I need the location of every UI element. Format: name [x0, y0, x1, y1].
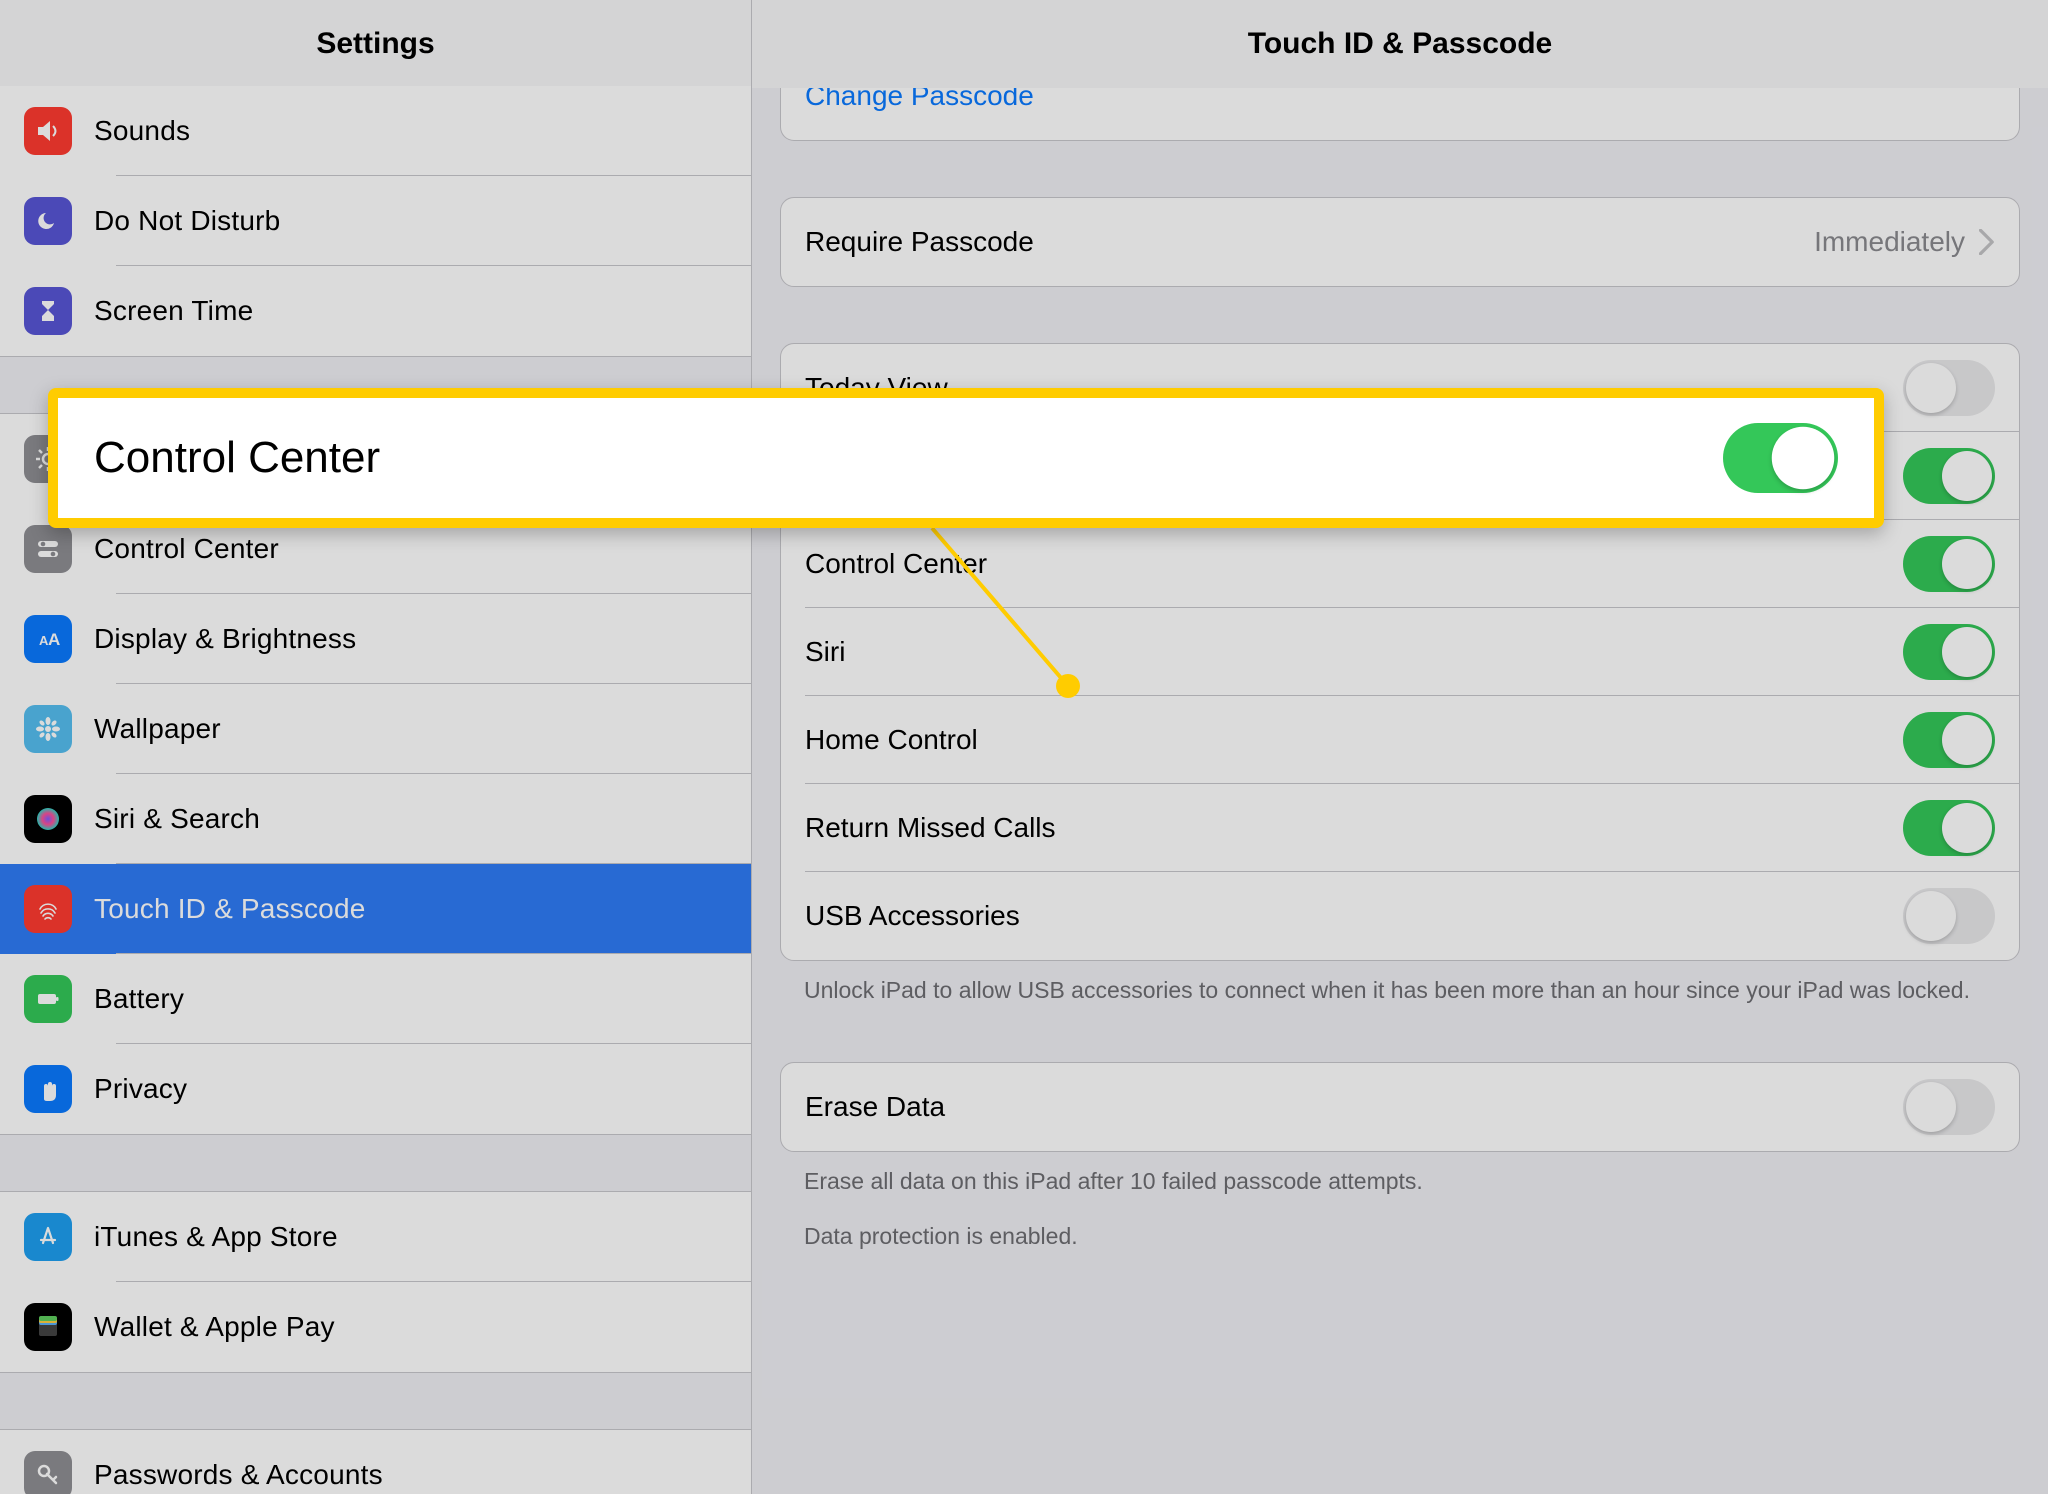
sidebar-item-do-not-disturb[interactable]: Do Not Disturb [0, 176, 751, 266]
home-control-row[interactable]: Home Control [781, 696, 2019, 784]
sidebar-item-siri-search[interactable]: Siri & Search [0, 774, 751, 864]
sidebar-item-sounds[interactable]: Sounds [0, 86, 751, 176]
control-center-row[interactable]: Control Center [781, 520, 2019, 608]
sidebar-item-battery[interactable]: Battery [0, 954, 751, 1044]
change-passcode-link[interactable]: Change Passcode [805, 88, 1034, 112]
chevron-right-icon [1979, 229, 1995, 255]
header-right: Touch ID & Passcode [752, 0, 2048, 88]
siri-toggle[interactable] [1903, 624, 1995, 680]
sidebar-item-label: Touch ID & Passcode [94, 893, 366, 925]
callout-toggle[interactable] [1723, 423, 1838, 493]
speaker-icon [24, 107, 72, 155]
battery-icon [24, 975, 72, 1023]
sidebar-title: Settings [316, 27, 434, 61]
home-control-label: Home Control [805, 724, 1903, 756]
require-passcode-group: Require Passcode Immediately [780, 197, 2020, 287]
passcode-group: Change Passcode [780, 88, 2020, 141]
sidebar-item-privacy[interactable]: Privacy [0, 1044, 751, 1134]
return-missed-calls-label: Return Missed Calls [805, 812, 1903, 844]
erase-data-note-1: Erase all data on this iPad after 10 fai… [780, 1152, 2020, 1197]
hand-icon [24, 1065, 72, 1113]
return-missed-calls-row[interactable]: Return Missed Calls [781, 784, 2019, 872]
usb-accessories-note: Unlock iPad to allow USB accessories to … [780, 961, 2020, 1006]
detail-pane[interactable]: Change Passcode Require Passcode Immedia… [752, 88, 2048, 1494]
control-center-label: Control Center [805, 548, 1903, 580]
sidebar-item-label: Privacy [94, 1073, 187, 1105]
flower-icon [24, 705, 72, 753]
sidebar-item-label: Wallpaper [94, 713, 221, 745]
sidebar-item-itunes-appstore[interactable]: iTunes & App Store [0, 1192, 751, 1282]
return-missed-calls-toggle[interactable] [1903, 800, 1995, 856]
wallet-icon [24, 1303, 72, 1351]
erase-data-note-2: Data protection is enabled. [780, 1197, 2020, 1252]
usb-accessories-label: USB Accessories [805, 900, 1903, 932]
header: Settings Touch ID & Passcode [0, 0, 2048, 88]
sidebar-item-passwords-accounts[interactable]: Passwords & Accounts [0, 1430, 751, 1494]
sidebar-item-label: Screen Time [94, 295, 253, 327]
sidebar-item-touch-id-passcode[interactable]: Touch ID & Passcode [0, 864, 751, 954]
today-view-toggle[interactable] [1903, 360, 1995, 416]
change-passcode-row[interactable]: Change Passcode [781, 88, 2019, 140]
callout-label: Control Center [94, 433, 1746, 483]
require-passcode-label: Require Passcode [805, 226, 1814, 258]
text-size-icon: AA [24, 615, 72, 663]
erase-data-group: Erase Data [780, 1062, 2020, 1152]
hourglass-icon [24, 287, 72, 335]
erase-data-row[interactable]: Erase Data [781, 1063, 2019, 1151]
appstore-icon [24, 1213, 72, 1261]
siri-label: Siri [805, 636, 1903, 668]
home-control-toggle[interactable] [1903, 712, 1995, 768]
erase-data-label: Erase Data [805, 1091, 1903, 1123]
switches-icon [24, 525, 72, 573]
sidebar-item-label: Do Not Disturb [94, 205, 280, 237]
pane-title: Touch ID & Passcode [1248, 27, 1553, 61]
sidebar-item-screen-time[interactable]: Screen Time [0, 266, 751, 356]
notification-center-toggle[interactable] [1903, 448, 1995, 504]
require-passcode-value: Immediately [1814, 226, 1965, 258]
siri-row[interactable]: Siri [781, 608, 2019, 696]
sidebar-item-label: Siri & Search [94, 803, 260, 835]
callout-highlight: Control Center [48, 388, 1884, 528]
sidebar-item-label: Battery [94, 983, 184, 1015]
sidebar-item-display-brightness[interactable]: AA Display & Brightness [0, 594, 751, 684]
sidebar-item-wallpaper[interactable]: Wallpaper [0, 684, 751, 774]
usb-accessories-toggle[interactable] [1903, 888, 1995, 944]
moon-icon [24, 197, 72, 245]
sidebar-item-label: Sounds [94, 115, 190, 147]
sidebar-item-label: iTunes & App Store [94, 1221, 338, 1253]
usb-accessories-row[interactable]: USB Accessories [781, 872, 2019, 960]
svg-text:A: A [48, 630, 60, 649]
sidebar-item-wallet-applepay[interactable]: Wallet & Apple Pay [0, 1282, 751, 1372]
key-icon [24, 1451, 72, 1494]
sidebar-item-label: Control Center [94, 533, 279, 565]
sidebar-item-label: Passwords & Accounts [94, 1459, 383, 1491]
require-passcode-row[interactable]: Require Passcode Immediately [781, 198, 2019, 286]
sidebar-item-label: Wallet & Apple Pay [94, 1311, 335, 1343]
erase-data-toggle[interactable] [1903, 1079, 1995, 1135]
sidebar-item-label: Display & Brightness [94, 623, 356, 655]
settings-sidebar[interactable]: SoundsDo Not DisturbScreen TimeGeneralCo… [0, 88, 752, 1494]
control-center-toggle[interactable] [1903, 536, 1995, 592]
fingerprint-icon [24, 885, 72, 933]
siri-icon [24, 795, 72, 843]
header-left: Settings [0, 0, 752, 88]
